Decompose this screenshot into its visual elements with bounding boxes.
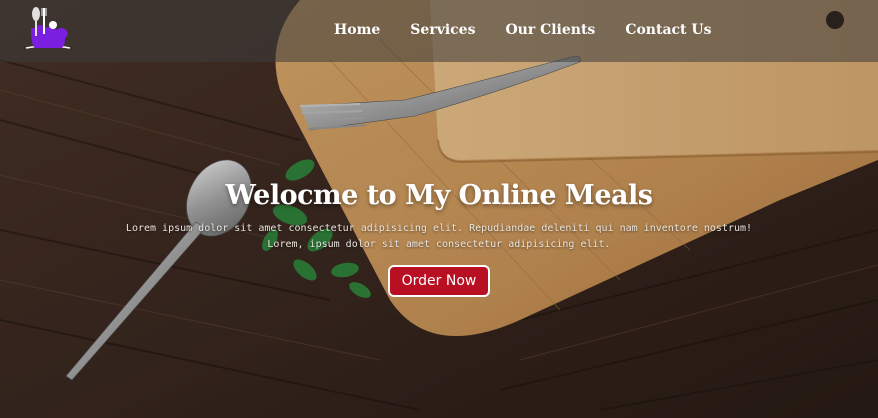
nav-link-services[interactable]: Services [410, 22, 475, 38]
nav-link-home[interactable]: Home [334, 22, 380, 38]
hero-content: Welocme to My Online Meals Lorem ipsum d… [0, 180, 878, 297]
hero-section: Home Services Our Clients Contact Us Wel… [0, 0, 878, 418]
chef-utensils-logo-icon[interactable] [22, 4, 74, 56]
order-now-button[interactable]: Order Now [387, 265, 491, 297]
nav-links: Home Services Our Clients Contact Us [334, 22, 711, 38]
background-dot [826, 11, 844, 29]
hero-description: Lorem ipsum dolor sit amet consectetur a… [125, 223, 753, 250]
navbar: Home Services Our Clients Contact Us [0, 0, 878, 62]
nav-link-our-clients[interactable]: Our Clients [505, 22, 595, 38]
nav-link-contact-us[interactable]: Contact Us [625, 22, 711, 38]
hero-title: Welocme to My Online Meals [225, 180, 653, 211]
